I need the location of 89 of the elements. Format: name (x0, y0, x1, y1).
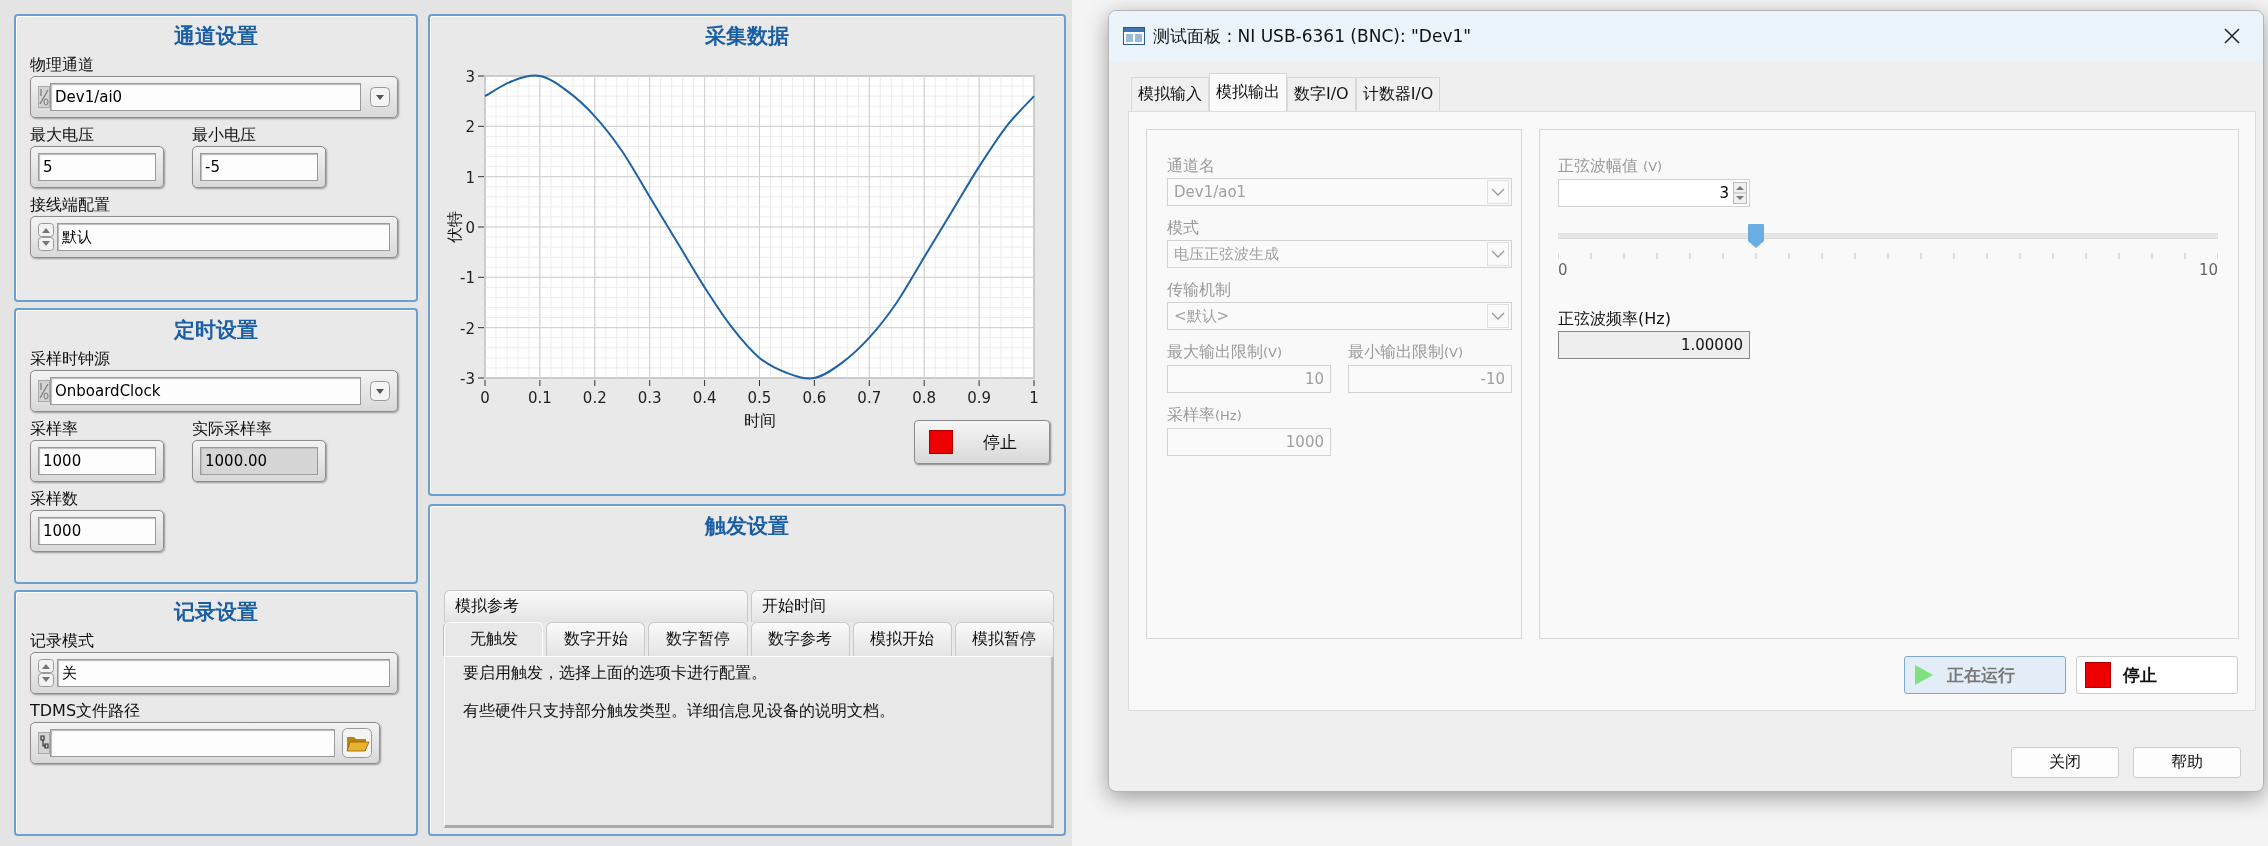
trigger-tab[interactable]: 数字参考 (750, 622, 850, 656)
field-label: 接线端配置 (30, 194, 111, 216)
dialog-tab[interactable]: 模拟输入 (1131, 77, 1209, 111)
y-tick-label: -1 (460, 269, 475, 288)
y-tick-label: 3 (465, 68, 475, 86)
y-tick-label: 1 (465, 168, 475, 187)
field-label: 实际采样率 (192, 418, 273, 440)
field-label: 采样数 (30, 488, 79, 510)
trigger-tab[interactable]: 开始时间 (750, 590, 1054, 622)
numeric-field[interactable]: 5 (30, 146, 164, 188)
panel-title: 记录设置 (172, 599, 259, 626)
combo-box[interactable]: OnboardClock (30, 370, 398, 412)
field-label: 最大输出限制(V) (1167, 341, 1284, 363)
y-tick-label: -3 (460, 370, 475, 388)
y-tick-label: 2 (465, 118, 475, 137)
x-tick-label: 0.7 (857, 389, 882, 407)
field-label: 最大电压 (30, 124, 95, 146)
field-label: 最小输出限制(V) (1348, 341, 1465, 363)
stop-button[interactable]: 停止 (2076, 656, 2238, 694)
dialog-tab[interactable]: 数字I/O (1287, 77, 1356, 111)
chevron-icon (1487, 304, 1509, 328)
dialog-button[interactable]: 帮助 (2133, 747, 2241, 778)
x-axis-label: 时间 (743, 411, 776, 428)
panel-title: 通道设置 (173, 23, 259, 50)
panel-title: 定时设置 (173, 317, 259, 344)
play-icon (1913, 663, 1935, 687)
chevron-icon (1487, 180, 1509, 204)
y-tick-label: 0 (465, 219, 475, 237)
panel-title: 采集数据 (704, 23, 790, 50)
field-label: 采样率(Hz) (1167, 404, 1243, 426)
y-axis-label: 伏特 (445, 211, 464, 243)
x-tick-label: 0.9 (967, 389, 992, 407)
trigger-tab[interactable]: 无触发 (444, 622, 544, 656)
field-label: 最小电压 (192, 124, 257, 146)
io-icon (38, 86, 50, 108)
stop-button[interactable]: 停止 (914, 420, 1050, 464)
x-tick-label: 0.8 (912, 389, 937, 407)
hint-text: 要启用触发，选择上面的选项卡进行配置。 (463, 662, 768, 684)
readout-field: 1000.00 (192, 440, 326, 482)
trigger-tab[interactable]: 模拟暂停 (954, 622, 1055, 656)
y-tick-label: -2 (460, 319, 475, 338)
field-label: 记录模式 (30, 630, 95, 652)
field-label: 正弦波幅值 (V) (1558, 155, 1664, 177)
dialog-button[interactable]: 关闭 (2011, 747, 2119, 778)
run-button[interactable]: 正在运行 (1904, 656, 2066, 694)
up-down-arrows-icon[interactable] (38, 659, 54, 687)
x-tick-label: 0.5 (747, 389, 772, 407)
trigger-tab[interactable]: 模拟参考 (444, 590, 748, 622)
panel-title: 触发设置 (703, 513, 790, 540)
ring-selector[interactable]: 关 (30, 652, 398, 694)
field-label: TDMS文件路径 (30, 700, 142, 722)
x-tick-label: 0.2 (582, 389, 607, 407)
dialog-tab[interactable]: 计数器I/O (1355, 77, 1441, 111)
field-label: 采样时钟源 (30, 348, 111, 370)
numeric-field[interactable]: 1000 (30, 440, 164, 482)
field-label: 正弦波频率(Hz) (1558, 308, 1672, 330)
close-icon[interactable] (2223, 27, 2241, 45)
x-tick-label: 0.3 (637, 389, 662, 407)
trigger-tab[interactable]: 模拟开始 (852, 622, 952, 656)
numeric-field[interactable]: 1000 (30, 510, 164, 552)
field-label: 通道名 (1167, 155, 1216, 177)
x-tick-label: 0.1 (527, 389, 552, 407)
ring-selector[interactable]: 默认 (30, 216, 398, 258)
readout-field: 1.00000 (1558, 331, 1750, 359)
path-icon (38, 732, 50, 754)
chevron-icon (1487, 242, 1509, 266)
field-label: 物理通道 (30, 54, 95, 76)
field-label: 传输机制 (1167, 279, 1232, 301)
combo-box[interactable]: Dev1/ai0 (30, 76, 398, 118)
path-field[interactable] (30, 722, 380, 764)
scale-label: 10 (2198, 261, 2218, 279)
trigger-tab[interactable]: 数字暂停 (648, 622, 748, 656)
window-title: 测试面板 : NI USB-6361 (BNC): "Dev1" (1153, 24, 1472, 48)
x-tick-label: 0.4 (692, 389, 717, 407)
numeric-field[interactable]: -5 (192, 146, 326, 188)
window-icon (1123, 27, 1145, 45)
up-down-arrows-icon[interactable] (1733, 182, 1747, 204)
folder-icon[interactable] (342, 728, 372, 758)
x-tick-label: 0 (480, 389, 490, 407)
dialog-tab[interactable]: 模拟输出 (1209, 73, 1287, 111)
x-tick-label: 0.6 (802, 389, 827, 407)
up-down-arrows-icon[interactable] (38, 223, 54, 251)
scale-label: 0 (1558, 261, 1568, 279)
x-tick-label: 1 (1029, 389, 1039, 407)
field-label: 采样率 (30, 418, 79, 440)
io-icon (38, 380, 50, 402)
hint-text: 有些硬件只支持部分触发类型。详细信息见设备的说明文档。 (463, 700, 896, 722)
field-label: 模式 (1167, 217, 1200, 239)
trigger-tab[interactable]: 数字开始 (546, 622, 646, 656)
